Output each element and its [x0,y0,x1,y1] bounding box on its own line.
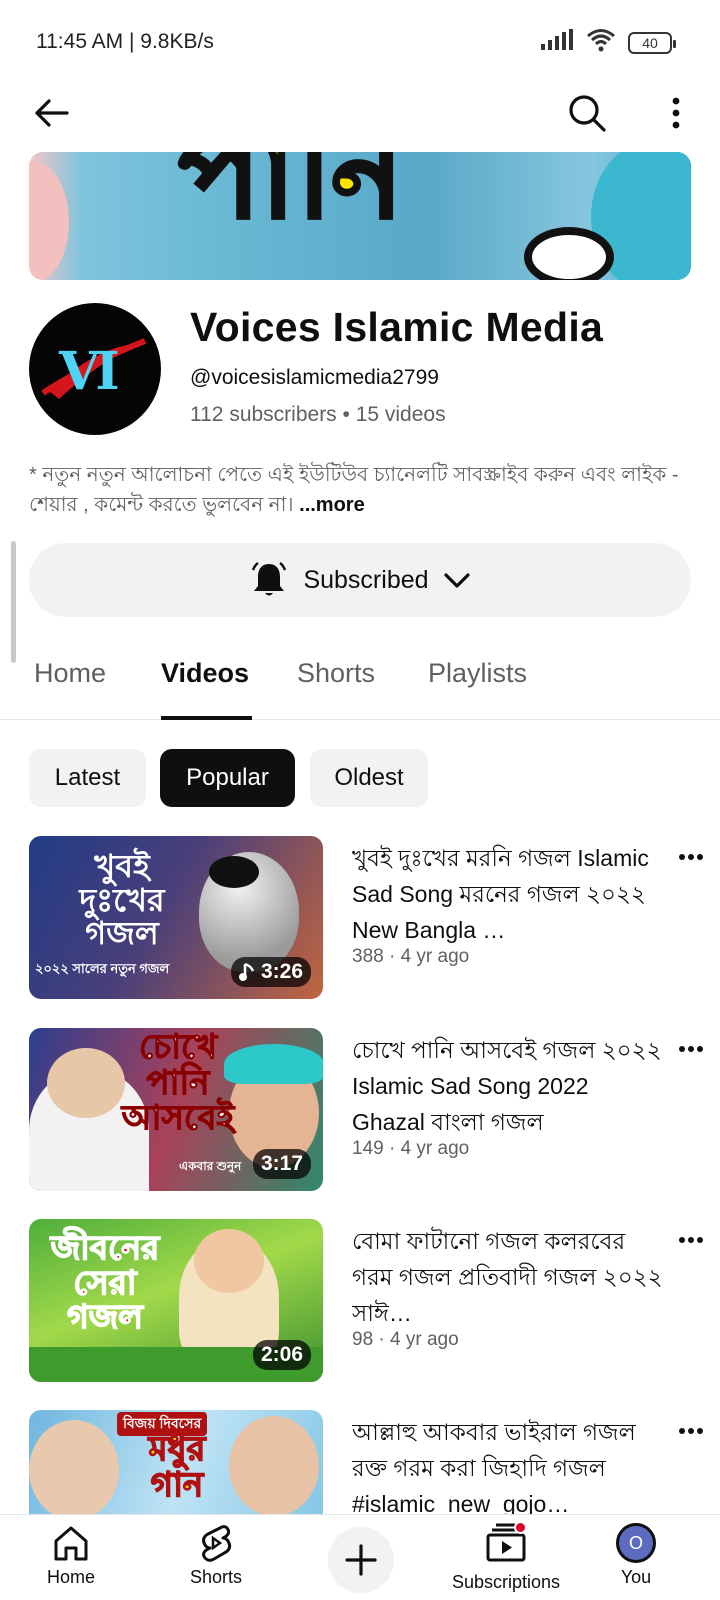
channel-name: Voices Islamic Media [190,304,604,350]
notification-dot [514,1521,527,1534]
thumbnail-caption: খুবই দুঃখের গজল [79,847,165,953]
duration-text: 3:17 [260,1152,303,1175]
status-icons: 40 [540,28,676,57]
tab-videos[interactable]: Videos [161,658,249,689]
battery-icon: 40 [628,31,676,54]
video-title[interactable]: খুবই দুঃখের মরনি গজল Islamic Sad Song মর… [352,840,664,948]
plus-icon [345,1544,377,1576]
video-more-button[interactable] [676,1416,706,1446]
wifi-icon [586,28,616,57]
shorts-icon [202,1525,232,1562]
thumbnail-subcaption: ২০২২ সালের নতুন গজল [35,961,170,976]
search-icon [569,95,606,132]
search-button[interactable] [564,90,610,136]
video-thumbnail[interactable]: চোখে পানি আসবেই একবার শুনুন 3:17 [29,1028,323,1191]
description-more-link[interactable]: ...more [299,494,365,516]
status-bar: 11:45 AM | 9.8KB/s 40 [0,0,720,84]
video-meta: 388 · 4 yr ago [352,946,470,967]
video-item[interactable]: বিজয় দিবসের মধুর গান আল্লাহু আকবার ভাইর… [0,1410,720,1514]
subscribed-label: Subscribed [303,565,429,594]
video-title[interactable]: চোখে পানি আসবেই গজল ২০২২ Islamic Sad Son… [352,1032,664,1140]
nav-shorts-label: Shorts [189,1567,243,1587]
thumbnail-subcaption: একবার শুনুন [179,1159,242,1173]
top-app-bar [0,84,720,148]
more-horiz-icon [679,1428,703,1434]
chevron-down-icon [443,573,470,588]
chip-popular[interactable]: Popular [160,749,295,807]
video-more-button[interactable] [676,1225,706,1255]
baby-face [194,1229,264,1293]
chip-latest[interactable]: Latest [29,749,146,807]
nav-you[interactable]: O You [566,1523,706,1588]
boy-left-face [47,1048,125,1118]
channel-banner[interactable]: পানি [29,152,691,280]
banner-curl [524,227,614,280]
nav-shorts[interactable]: Shorts [146,1523,286,1588]
channel-description[interactable]: * নতুন নতুন আলোচনা পেতে এই ইউটিউব চ্যানে… [29,460,679,520]
create-button[interactable] [328,1527,394,1593]
duration-text: 3:26 [260,960,303,983]
status-time: 11:45 AM | 9.8KB/s [36,30,214,53]
tab-shorts[interactable]: Shorts [297,658,375,689]
video-item[interactable]: চোখে পানি আসবেই একবার শুনুন 3:17 চোখে পা… [0,1028,720,1193]
bottom-navigation: Home Shorts Subscriptions O You [0,1514,720,1600]
banner-face-left [29,162,69,280]
channel-handle: @voicesislamicmedia2799 [190,366,439,389]
home-icon [54,1526,88,1561]
video-meta: 149 · 4 yr ago [352,1138,470,1159]
nav-subscriptions[interactable]: Subscriptions [436,1521,576,1593]
thumbnail-caption: জীবনের সেরা গজল [50,1228,160,1337]
active-tab-indicator [161,716,252,720]
bell-icon [252,561,287,596]
back-button[interactable] [28,90,74,136]
bird-head [209,856,259,888]
banner-title: পানি [177,152,406,245]
more-vert-icon [672,97,680,129]
chip-oldest[interactable]: Oldest [310,749,428,807]
more-horiz-icon [679,1237,703,1243]
nav-subscriptions-label: Subscriptions [451,1572,561,1592]
duration-text: 2:06 [260,1343,303,1366]
nav-home[interactable]: Home [1,1523,141,1588]
video-meta: 98 · 4 yr ago [352,1329,459,1350]
video-thumbnail[interactable]: খুবই দুঃখের গজল ২০২২ সালের নতুন গজল 3:26 [29,836,323,999]
channel-tabs: Home Videos Shorts Playlists [0,640,720,720]
video-thumbnail[interactable]: জীবনের সেরা গজল 2:06 [29,1219,323,1382]
video-more-button[interactable] [676,842,706,872]
duration-badge: 2:06 [252,1340,311,1370]
music-note-icon [238,962,255,981]
boy-left-face [29,1420,119,1514]
more-options-button[interactable] [656,90,696,136]
tab-home[interactable]: Home [34,658,106,689]
channel-stats: 112 subscribers • 15 videos [190,403,446,426]
nav-you-label: You [620,1567,652,1587]
boy-right-face [229,1416,319,1514]
subscribed-button[interactable]: Subscribed [29,543,691,617]
video-more-button[interactable] [676,1034,706,1064]
more-horiz-icon [679,854,703,860]
tab-playlists[interactable]: Playlists [428,658,527,689]
thumbnail-caption: মধুর গান [148,1429,206,1505]
more-horiz-icon [679,1046,703,1052]
channel-avatar[interactable]: VI [29,303,161,435]
arrow-left-icon [35,99,69,127]
video-item[interactable]: জীবনের সেরা গজল 2:06 বোমা ফাটানো গজল কলর… [0,1219,720,1384]
duration-badge: 3:17 [252,1149,311,1179]
avatar-logo-text: VI [59,341,120,402]
signal-icon [540,29,574,56]
thumbnail-caption: চোখে পানি আসবেই [121,1028,235,1139]
video-thumbnail[interactable]: বিজয় দিবসের মধুর গান [29,1410,323,1514]
boy-right-cap [224,1044,323,1084]
video-title[interactable]: বোমা ফাটানো গজল কলরবের গরম গজল প্রতিবাদী… [352,1223,664,1331]
you-avatar-icon: O [616,1523,656,1563]
nav-home-label: Home [46,1567,95,1587]
video-item[interactable]: খুবই দুঃখের গজল ২০২২ সালের নতুন গজল 3:26… [0,836,720,1001]
duration-badge: 3:26 [230,957,311,987]
subscriptions-icon-wrap [484,1521,528,1568]
video-title[interactable]: আল্লাহু আকবার ভাইরাল গজল রক্ত গরম করা জি… [352,1414,664,1514]
